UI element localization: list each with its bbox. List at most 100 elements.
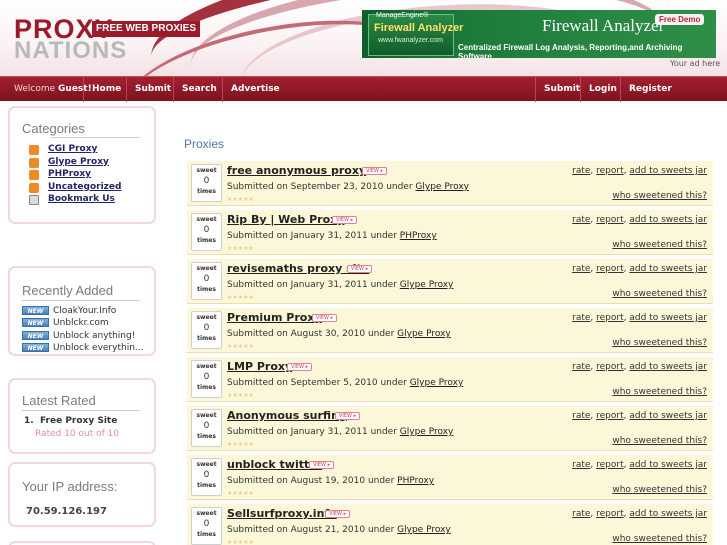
add-to-sweets-jar-link[interactable]: add to sweets jar — [629, 215, 707, 225]
recent-item-link[interactable]: Unblock everythin... — [53, 343, 143, 353]
sweet-vote-counter[interactable]: sweet 0 times — [191, 213, 222, 251]
rating-stars-icon[interactable]: ★★★★★ — [227, 196, 254, 203]
sweet-vote-counter[interactable]: sweet 0 times — [191, 164, 222, 202]
rating-stars-icon[interactable]: ★★★★★ — [227, 539, 254, 545]
add-to-sweets-jar-link[interactable]: add to sweets jar — [629, 411, 707, 421]
who-sweetened-link[interactable]: who sweetened this? — [612, 191, 707, 201]
rate-link[interactable]: rate — [572, 411, 590, 421]
add-to-sweets-jar-link[interactable]: add to sweets jar — [629, 362, 707, 372]
rating-stars-icon[interactable]: ★★★★★ — [227, 441, 254, 448]
rss-icon[interactable] — [29, 182, 39, 193]
category-link[interactable]: Uncategorized — [48, 182, 121, 192]
who-sweetened-link[interactable]: who sweetened this? — [612, 534, 707, 544]
proxy-title-link[interactable]: Premium Proxy — [227, 311, 322, 324]
category-item[interactable]: PHProxy — [26, 168, 154, 181]
report-link[interactable]: report — [596, 215, 624, 225]
proxy-title-link[interactable]: unblock twitter — [227, 458, 322, 471]
nav-register[interactable]: Register — [620, 77, 680, 102]
nav-search[interactable]: Search — [173, 77, 225, 102]
report-link[interactable]: report — [596, 264, 624, 274]
who-sweetened-link[interactable]: who sweetened this? — [612, 240, 707, 250]
rating-stars-icon[interactable]: ★★★★★ — [227, 343, 254, 350]
proxy-title-link[interactable]: Sellsurfproxy.info — [227, 507, 337, 520]
rating-stars-icon[interactable]: ★★★★★ — [227, 392, 254, 399]
view-badge-button[interactable]: VIEW ▸ — [325, 510, 351, 518]
nav-submit[interactable]: Submit — [126, 77, 179, 102]
sweet-vote-counter[interactable]: sweet 0 times — [191, 311, 222, 349]
who-sweetened-link[interactable]: who sweetened this? — [612, 485, 707, 495]
category-link[interactable]: Glype Proxy — [400, 280, 454, 290]
rating-stars-icon[interactable]: ★★★★★ — [227, 294, 254, 301]
rate-link[interactable]: rate — [572, 264, 590, 274]
proxy-title-link[interactable]: free anonymous proxy — [227, 164, 366, 177]
recent-item[interactable]: NEW Unblock everythin... — [22, 342, 154, 354]
view-badge-button[interactable]: VIEW ▸ — [347, 265, 373, 273]
bookmark-icon[interactable] — [29, 195, 39, 206]
recent-item-link[interactable]: Unblckr.com — [53, 318, 109, 328]
category-item[interactable]: Bookmark Us — [26, 193, 154, 206]
add-to-sweets-jar-link[interactable]: add to sweets jar — [629, 509, 707, 519]
rss-icon[interactable] — [29, 157, 39, 168]
nav-login[interactable]: Login — [580, 77, 625, 102]
add-to-sweets-jar-link[interactable]: add to sweets jar — [629, 313, 707, 323]
rating-stars-icon[interactable]: ★★★★★ — [227, 245, 254, 252]
sweet-vote-counter[interactable]: sweet 0 times — [191, 507, 222, 545]
view-badge-button[interactable]: VIEW ▸ — [309, 461, 335, 469]
recent-item-link[interactable]: CloakYour.Info — [53, 306, 116, 316]
view-badge-button[interactable]: VIEW ▸ — [332, 216, 358, 224]
category-link[interactable]: Glype Proxy — [48, 157, 109, 167]
category-link[interactable]: PHProxy — [397, 476, 434, 486]
report-link[interactable]: report — [596, 166, 624, 176]
view-badge-button[interactable]: VIEW ▸ — [287, 363, 313, 371]
category-item[interactable]: Glype Proxy — [26, 156, 154, 169]
recent-item[interactable]: NEW Unblock anything! — [22, 330, 154, 342]
sweet-vote-counter[interactable]: sweet 0 times — [191, 458, 222, 496]
rate-link[interactable]: rate — [572, 362, 590, 372]
view-badge-button[interactable]: VIEW ▸ — [362, 167, 388, 175]
rating-stars-icon[interactable]: ★★★★★ — [227, 490, 254, 497]
report-link[interactable]: report — [596, 313, 624, 323]
nav-advertise[interactable]: Advertise — [222, 77, 288, 102]
sweet-vote-counter[interactable]: sweet 0 times — [191, 409, 222, 447]
category-link[interactable]: Glype Proxy — [415, 182, 469, 192]
recent-item[interactable]: NEW Unblckr.com — [22, 317, 154, 329]
recent-item[interactable]: NEW CloakYour.Info — [22, 305, 154, 317]
logo-nations-text[interactable]: NATIONS — [14, 37, 127, 65]
rate-link[interactable]: rate — [572, 166, 590, 176]
report-link[interactable]: report — [596, 411, 624, 421]
rate-link[interactable]: rate — [572, 313, 590, 323]
who-sweetened-link[interactable]: who sweetened this? — [612, 387, 707, 397]
category-link[interactable]: PHProxy — [400, 231, 437, 241]
bookmark-us-link[interactable]: Bookmark Us — [48, 194, 115, 204]
recent-item-link[interactable]: Unblock anything! — [53, 331, 135, 341]
who-sweetened-link[interactable]: who sweetened this? — [612, 436, 707, 446]
who-sweetened-link[interactable]: who sweetened this? — [612, 338, 707, 348]
add-to-sweets-jar-link[interactable]: add to sweets jar — [629, 460, 707, 470]
rss-icon[interactable] — [29, 145, 39, 155]
add-to-sweets-jar-link[interactable]: add to sweets jar — [629, 264, 707, 274]
category-link[interactable]: Glype Proxy — [400, 427, 454, 437]
proxy-title-link[interactable]: LMP Proxy — [227, 360, 292, 373]
rate-link[interactable]: rate — [572, 509, 590, 519]
category-item[interactable]: Uncategorized — [26, 181, 154, 194]
add-to-sweets-jar-link[interactable]: add to sweets jar — [629, 166, 707, 176]
rated-item-link[interactable]: Free Proxy Site — [40, 416, 117, 426]
sweet-vote-counter[interactable]: sweet 0 times — [191, 360, 222, 398]
report-link[interactable]: report — [596, 460, 624, 470]
rate-link[interactable]: rate — [572, 460, 590, 470]
category-link[interactable]: PHProxy — [48, 169, 91, 179]
proxy-title-link[interactable]: Rip By | Web Proxy — [227, 213, 344, 226]
view-badge-button[interactable]: VIEW ▸ — [335, 412, 361, 420]
rated-item[interactable]: 1. Free Proxy Site — [24, 416, 154, 426]
proxy-title-link[interactable]: Anonymous surfing — [227, 409, 347, 422]
firewall-analyzer-ad-banner[interactable]: ManageEngine® Firewall Analyzer www.fwan… — [362, 10, 716, 58]
category-item[interactable]: CGI Proxy — [26, 143, 154, 156]
nav-home[interactable]: Home — [83, 77, 129, 102]
category-link[interactable]: CGI Proxy — [48, 144, 97, 154]
category-link[interactable]: Glype Proxy — [397, 329, 451, 339]
your-ad-here-link[interactable]: Your ad here — [670, 59, 720, 68]
category-link[interactable]: Glype Proxy — [410, 378, 464, 388]
ad-free-demo-button[interactable]: Free Demo — [655, 14, 705, 25]
rss-icon[interactable] — [29, 170, 39, 181]
sweet-vote-counter[interactable]: sweet 0 times — [191, 262, 222, 300]
